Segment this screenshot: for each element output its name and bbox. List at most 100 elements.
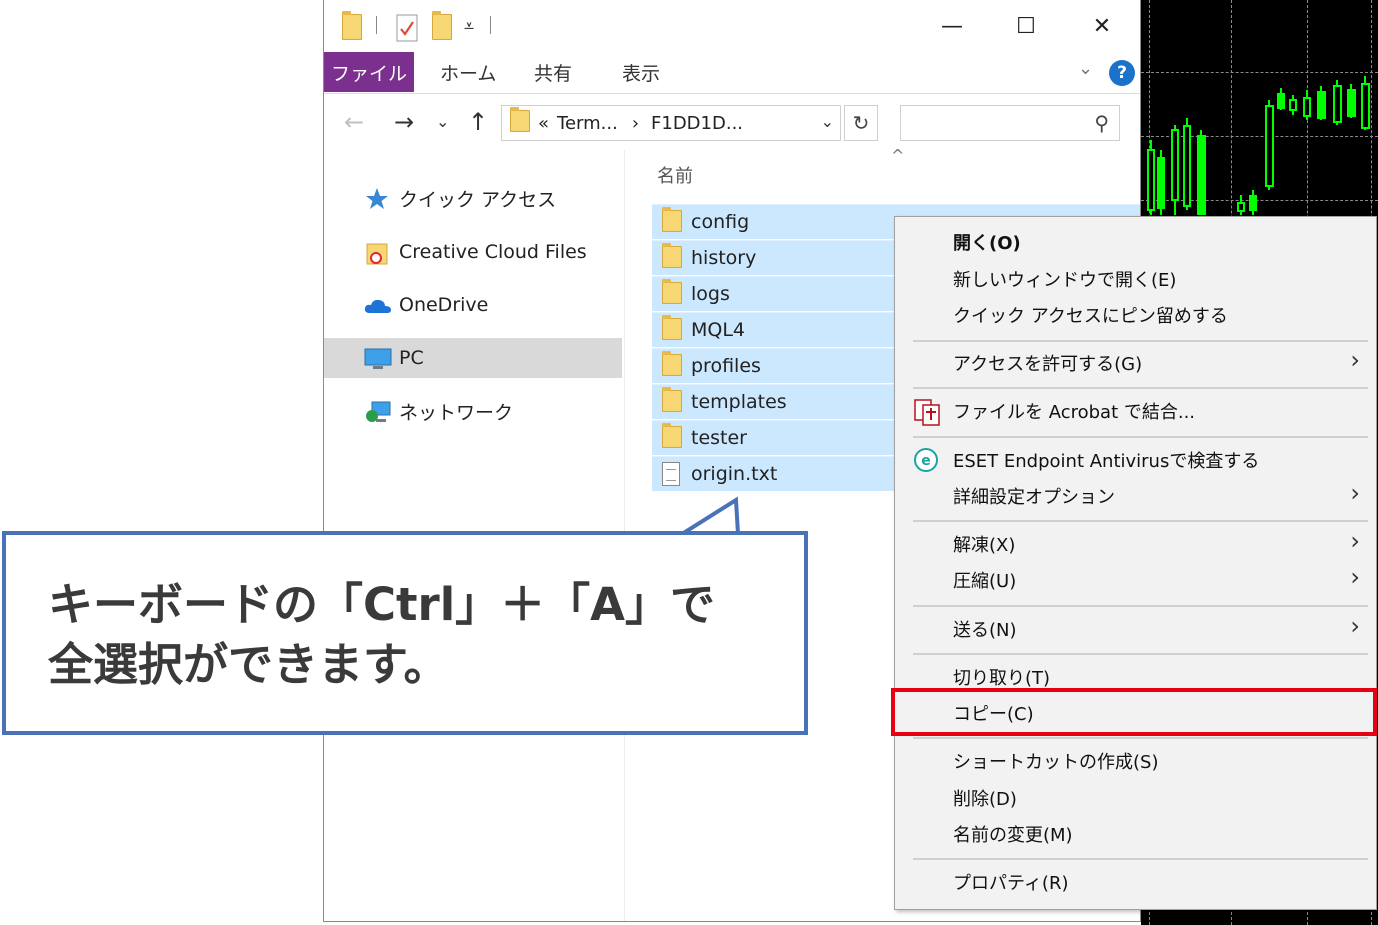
customize-toolbar-icon[interactable]: ⩡: [464, 16, 474, 37]
nav-item-label: Creative Cloud Files: [399, 241, 587, 263]
callout-line-1: キーボードの「Ctrl」＋「A」で: [48, 578, 715, 631]
menu-item-properties[interactable]: プロパティ(R): [895, 865, 1376, 899]
submenu-chevron-right-icon: ›: [1350, 346, 1360, 374]
breadcrumb-terminal[interactable]: Term...: [557, 113, 618, 134]
menu-item-open[interactable]: 開く(O): [895, 225, 1376, 259]
menu-item-label: 切り取り(T): [953, 668, 1051, 689]
menu-item-label: ESET Endpoint Antivirusで検査する: [953, 451, 1260, 472]
properties-checklist-icon[interactable]: [396, 14, 418, 46]
tab-share[interactable]: 共有: [534, 52, 572, 92]
menu-item-label: プロパティ(R): [953, 873, 1069, 894]
candlesticks: [1147, 76, 1370, 215]
text-file-icon: [662, 462, 680, 490]
star-pin-icon: [364, 186, 390, 212]
menu-separator: [913, 858, 1368, 860]
menu-item-label: ファイルを Acrobat で結合...: [953, 402, 1196, 423]
search-input[interactable]: ⚲: [900, 105, 1120, 141]
copy-highlight-box: [891, 688, 1377, 736]
menu-item-send-to[interactable]: 送る(N) ›: [895, 612, 1376, 646]
menu-item-open-new-window[interactable]: 新しいウィンドウで開く(E): [895, 262, 1376, 296]
menu-item-pin-quick-access[interactable]: クイック アクセスにピン留めする: [895, 298, 1376, 332]
toolbar-divider: [490, 16, 491, 34]
nav-item-creative-cloud-files[interactable]: Creative Cloud Files: [324, 232, 622, 272]
menu-item-label: クイック アクセスにピン留めする: [953, 306, 1228, 327]
menu-item-label: 圧縮(U): [953, 571, 1017, 592]
menu-item-label: ショートカットの作成(S): [953, 752, 1159, 773]
breadcrumb-separator-icon[interactable]: ›: [632, 113, 639, 134]
menu-item-label: アクセスを許可する(G): [953, 354, 1143, 375]
acrobat-combine-icon: [913, 398, 940, 426]
file-name: origin.txt: [691, 463, 778, 485]
file-name: logs: [691, 283, 730, 305]
file-name: templates: [691, 391, 787, 413]
nav-item-label: PC: [399, 347, 424, 369]
tab-home[interactable]: ホーム: [440, 52, 496, 92]
menu-separator: [913, 605, 1368, 607]
close-button[interactable]: ✕: [1082, 8, 1122, 44]
menu-item-rename[interactable]: 名前の変更(M): [895, 817, 1376, 851]
menu-item-delete[interactable]: 削除(D): [895, 781, 1376, 815]
menu-item-label: 新しいウィンドウで開く(E): [953, 270, 1177, 291]
folder-icon: [662, 279, 682, 308]
menu-item-eset-scan[interactable]: e ESET Endpoint Antivirusで検査する: [895, 443, 1376, 477]
expand-ribbon-chevron-icon[interactable]: ⌄: [1078, 58, 1093, 79]
menu-item-label: 解凍(X): [953, 535, 1016, 556]
menu-separator: [913, 737, 1368, 739]
menu-item-label: 開く(O): [953, 233, 1021, 254]
context-menu: 開く(O) 新しいウィンドウで開く(E) クイック アクセスにピン留めする アク…: [894, 216, 1377, 910]
nav-item-network[interactable]: ネットワーク: [324, 391, 622, 431]
folder-icon: [662, 315, 682, 344]
menu-item-acrobat-combine[interactable]: ファイルを Acrobat で結合...: [895, 394, 1376, 428]
menu-item-give-access[interactable]: アクセスを許可する(G) ›: [895, 346, 1376, 380]
menu-separator: [913, 387, 1368, 389]
menu-separator: [913, 436, 1368, 438]
nav-item-quick-access[interactable]: クイック アクセス: [324, 178, 622, 218]
menu-separator: [913, 520, 1368, 522]
ribbon-divider: [324, 93, 1140, 94]
up-arrow-icon[interactable]: ↑: [468, 108, 488, 136]
menu-separator: [913, 340, 1368, 342]
new-folder-icon[interactable]: [432, 11, 452, 44]
tab-file[interactable]: ファイル: [324, 52, 414, 92]
recent-locations-chevron-icon[interactable]: ⌄: [436, 112, 449, 131]
breadcrumb-overflow[interactable]: «: [538, 113, 549, 134]
submenu-chevron-right-icon: ›: [1350, 612, 1360, 640]
pc-monitor-icon: [364, 346, 392, 372]
toolbar-divider: [376, 16, 377, 34]
instruction-callout: キーボードの「Ctrl」＋「A」で 全選択ができます。: [2, 531, 808, 735]
menu-item-label: 送る(N): [953, 620, 1017, 641]
file-name: profiles: [691, 355, 761, 377]
menu-item-create-shortcut[interactable]: ショートカットの作成(S): [895, 744, 1376, 778]
menu-item-label: 詳細設定オプション: [953, 487, 1115, 508]
nav-item-onedrive[interactable]: OneDrive: [324, 285, 622, 325]
refresh-icon[interactable]: ↻: [844, 105, 878, 141]
nav-item-label: OneDrive: [399, 294, 489, 316]
address-bar[interactable]: « Term... › F1DD1D... ⌄: [501, 105, 841, 141]
folder-icon: [662, 351, 682, 380]
callout-text: キーボードの「Ctrl」＋「A」で 全選択ができます。: [48, 575, 715, 695]
menu-item-label: 削除(D): [953, 789, 1017, 810]
onedrive-cloud-icon: [364, 293, 391, 319]
nav-item-pc[interactable]: PC: [324, 338, 622, 378]
maximize-button[interactable]: ☐: [1006, 8, 1046, 44]
column-header-name[interactable]: 名前: [657, 162, 693, 188]
submenu-chevron-right-icon: ›: [1350, 527, 1360, 555]
folder-icon: [342, 11, 362, 44]
back-arrow-icon[interactable]: ←: [344, 108, 364, 136]
file-name: tester: [691, 427, 747, 449]
menu-item-advanced-options[interactable]: 詳細設定オプション ›: [895, 479, 1376, 513]
help-icon[interactable]: ?: [1109, 60, 1135, 86]
menu-separator: [913, 653, 1368, 655]
submenu-chevron-right-icon: ›: [1350, 563, 1360, 591]
address-dropdown-chevron-icon[interactable]: ⌄: [821, 112, 834, 131]
menu-item-extract[interactable]: 解凍(X) ›: [895, 527, 1376, 561]
svg-text:e: e: [921, 453, 931, 469]
menu-item-compress[interactable]: 圧縮(U) ›: [895, 563, 1376, 597]
forward-arrow-icon[interactable]: →: [394, 108, 414, 136]
breadcrumb-folder[interactable]: F1DD1D...: [651, 113, 743, 134]
sort-ascending-icon: ^: [891, 146, 905, 165]
minimize-button[interactable]: —: [932, 8, 972, 44]
tab-view[interactable]: 表示: [622, 52, 660, 92]
creative-cloud-folder-icon: [364, 240, 390, 266]
folder-icon: [510, 107, 530, 136]
